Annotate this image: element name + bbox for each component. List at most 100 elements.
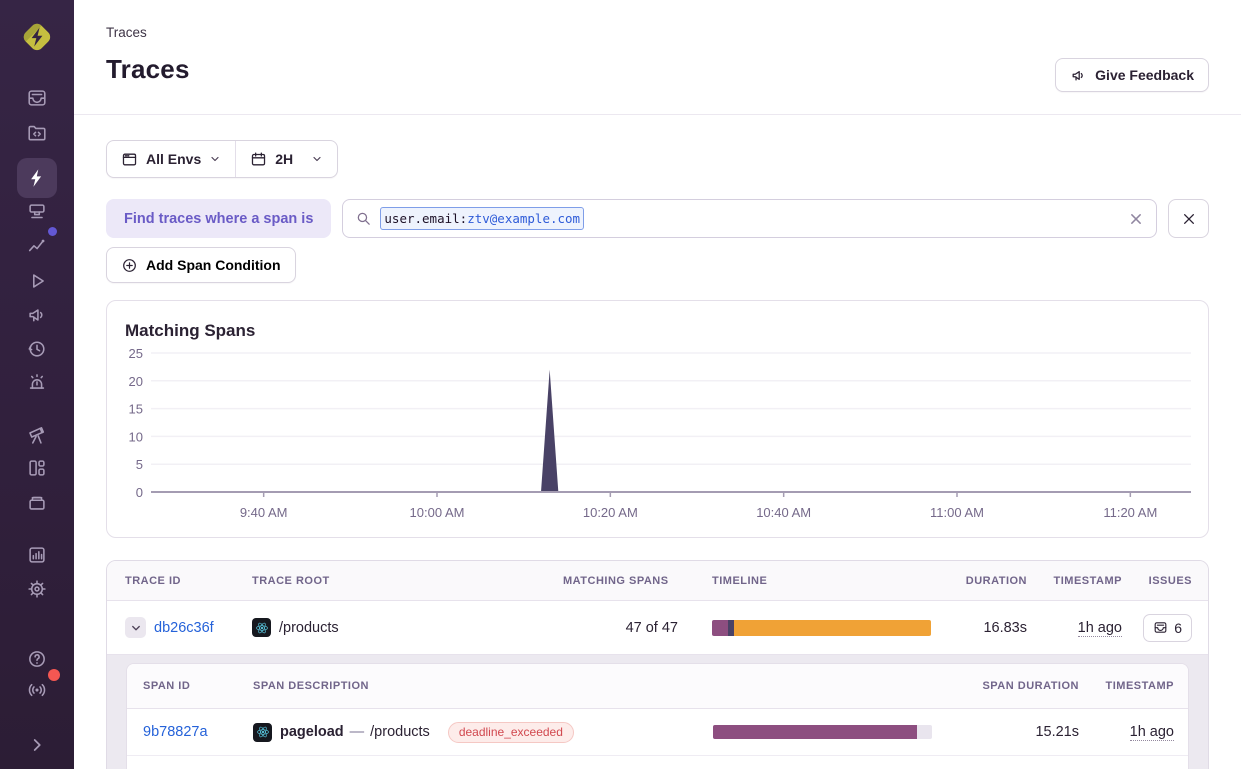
svg-text:10: 10	[129, 429, 143, 444]
span-search-input[interactable]: user.email:ztv@example.com	[342, 199, 1157, 238]
svg-text:10:40 AM: 10:40 AM	[756, 505, 811, 520]
span-id-link[interactable]: 9b78827a	[143, 724, 208, 740]
clock-history-icon	[26, 338, 48, 360]
megaphone-icon	[1070, 67, 1087, 84]
sidebar-item-replays[interactable]	[20, 264, 54, 298]
sidebar-collapse-toggle[interactable]	[20, 728, 54, 762]
sidebar-item-archive[interactable]	[20, 486, 54, 520]
breadcrumb[interactable]: Traces	[106, 25, 1209, 41]
chevron-right-icon	[26, 734, 48, 756]
help-icon	[26, 648, 48, 670]
sidebar-item-stats[interactable]	[20, 538, 54, 572]
sidebar-item-settings[interactable]	[20, 572, 54, 606]
span-status-badge: deadline_exceeded	[448, 722, 574, 743]
page-filter-bar: All Envs 2H	[106, 140, 338, 178]
search-icon	[355, 210, 372, 227]
search-token[interactable]: user.email:ztv@example.com	[380, 207, 584, 230]
archive-box-icon	[26, 492, 48, 514]
broadcast-icon	[26, 679, 48, 701]
sidebar-item-discover[interactable]	[20, 418, 54, 452]
span-condition-row: Find traces where a span is user.email:z…	[106, 199, 1209, 238]
span-description: /products	[370, 724, 430, 740]
sentry-logo-icon	[17, 17, 57, 57]
matching-spans-chart-card: Matching Spans 05101520259:40 AM10:00 AM…	[106, 300, 1209, 538]
folder-code-icon	[26, 122, 48, 144]
expanded-trace-panel: Span ID Span Description Span Duration T…	[107, 654, 1208, 769]
issues-count: 6	[1174, 620, 1182, 636]
sidebar-item-feedback[interactable]	[20, 298, 54, 332]
sidebar-item-stamp[interactable]	[20, 195, 54, 229]
sidebar-item-dashboards[interactable]	[20, 451, 54, 485]
clear-search-icon[interactable]	[1126, 209, 1146, 229]
sidebar-item-projects[interactable]	[20, 116, 54, 150]
svg-text:11:00 AM: 11:00 AM	[930, 505, 984, 520]
window-icon	[121, 151, 138, 168]
col-matching-spans: Matching Spans	[563, 575, 678, 587]
siren-icon	[26, 372, 48, 394]
give-feedback-button[interactable]: Give Feedback	[1055, 58, 1209, 92]
trace-table: Trace ID Trace Root Matching Spans Timel…	[106, 560, 1209, 769]
span-table: Span ID Span Description Span Duration T…	[126, 663, 1189, 769]
sidebar-item-traces[interactable]	[17, 158, 57, 198]
col-issues: Issues	[1122, 575, 1192, 587]
environment-selector[interactable]: All Envs	[107, 141, 235, 177]
plus-circle-icon	[121, 257, 138, 274]
bar-chart-icon	[26, 544, 48, 566]
time-range-label: 2H	[275, 151, 293, 167]
calendar-icon	[250, 151, 267, 168]
token-key: user.email:	[384, 209, 467, 228]
trace-duration: 16.83s	[949, 620, 1027, 636]
trace-row: db26c36f /products	[107, 601, 1208, 654]
play-icon	[26, 270, 48, 292]
sidebar-item-alerts[interactable]	[20, 366, 54, 400]
notification-dot	[48, 227, 57, 236]
page-title: Traces	[106, 54, 1209, 85]
svg-text:15: 15	[129, 402, 143, 417]
stamp-icon	[26, 201, 48, 223]
svg-text:5: 5	[136, 457, 143, 472]
span-row: 9b78827a	[127, 709, 1188, 756]
react-icon	[256, 725, 270, 739]
sidebar-item-insights[interactable]	[20, 229, 54, 263]
chevron-down-icon	[209, 153, 221, 165]
sidebar-item-history[interactable]	[20, 332, 54, 366]
trace-timestamp: 1h ago	[1078, 620, 1122, 637]
inbox-icon	[26, 87, 48, 109]
sidebar	[0, 0, 74, 769]
chevron-down-icon	[311, 153, 323, 165]
add-span-condition-button[interactable]: Add Span Condition	[106, 247, 296, 283]
megaphone-icon	[26, 304, 48, 326]
sidebar-item-issues[interactable]	[20, 81, 54, 115]
main-content: Traces Traces Give Feedback All Envs	[74, 0, 1241, 769]
telescope-icon	[26, 424, 48, 446]
span-table-header: Span ID Span Description Span Duration T…	[127, 664, 1188, 709]
dashboard-blocks-icon	[26, 457, 48, 479]
collapse-trace-button[interactable]	[125, 617, 146, 638]
span-timeline-bar	[713, 725, 932, 739]
time-range-selector[interactable]: 2H	[236, 141, 337, 177]
close-icon	[1181, 211, 1197, 227]
page-header: Traces Traces Give Feedback	[74, 0, 1241, 115]
col-span-description: Span Description	[253, 680, 713, 692]
trace-id-link[interactable]: db26c36f	[154, 620, 214, 636]
chevron-down-icon	[130, 622, 142, 634]
svg-text:9:40 AM: 9:40 AM	[240, 505, 288, 520]
react-platform-icon	[252, 618, 271, 637]
span-row: b7a7e441 ex http.server—GET /organizatio…	[127, 756, 1188, 769]
dash-separator: —	[350, 724, 365, 740]
trace-timeline-bar	[712, 620, 931, 636]
inbox-icon	[1153, 620, 1168, 635]
remove-condition-button[interactable]	[1168, 199, 1209, 238]
add-span-condition-label: Add Span Condition	[146, 257, 281, 273]
gear-icon	[26, 578, 48, 600]
sidebar-item-whats-new[interactable]	[20, 673, 54, 707]
sentry-logo[interactable]	[16, 16, 58, 58]
trace-root-name: /products	[279, 620, 339, 636]
notification-dot-red	[48, 669, 60, 681]
svg-text:10:00 AM: 10:00 AM	[410, 505, 465, 520]
svg-text:25: 25	[129, 346, 143, 361]
span-timestamp: 1h ago	[1130, 724, 1174, 741]
trace-issues-button[interactable]: 6	[1143, 614, 1192, 642]
col-span-id: Span ID	[143, 680, 253, 692]
lightning-icon	[26, 167, 48, 189]
